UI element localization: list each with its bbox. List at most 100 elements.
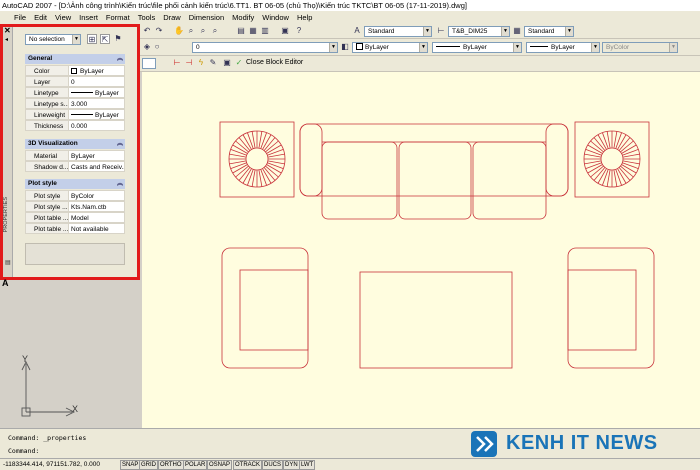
menu-dimension[interactable]: Dimension xyxy=(189,13,224,22)
text-style-icon: A xyxy=(354,26,360,35)
color-swatch xyxy=(71,68,77,74)
palette-menu-icon[interactable]: ▤ xyxy=(5,259,11,266)
close-icon[interactable]: ✕ xyxy=(4,26,11,35)
prop-row[interactable]: Material ByLayer xyxy=(25,150,125,161)
block-action-icon[interactable]: ⊣ xyxy=(184,58,194,68)
linetype-sample xyxy=(71,92,93,93)
command-history: Command: _properties xyxy=(8,434,87,442)
prop-row[interactable]: Linetype s... 3.000 xyxy=(25,98,125,109)
menu-view[interactable]: View xyxy=(55,13,71,22)
layer-combo[interactable]: 0 ▼ xyxy=(192,42,338,53)
lightning-icon[interactable]: ϟ xyxy=(196,58,206,68)
prop-row[interactable]: Plot table ... Not available xyxy=(25,223,125,234)
dyn-toggle[interactable]: DYN xyxy=(283,460,300,470)
autohide-icon[interactable]: ◂ xyxy=(5,36,8,43)
drawing-canvas[interactable] xyxy=(13,72,700,428)
design-center-icon[interactable]: ▦ xyxy=(248,26,258,36)
selection-combo[interactable]: No selection ▼ xyxy=(25,34,81,45)
section-3d-visualization[interactable]: 3D Visualization ︽ xyxy=(25,139,125,149)
menu-format[interactable]: Format xyxy=(106,13,130,22)
properties-icon[interactable]: ▤ xyxy=(236,26,246,36)
dim-style-combo[interactable]: T&B_DIM25 ▼ xyxy=(448,26,510,37)
redo-icon[interactable]: ↷ xyxy=(154,26,164,36)
prop-row[interactable]: Thickness 0.000 xyxy=(25,120,125,131)
polar-toggle[interactable]: POLAR xyxy=(183,460,208,470)
section-general[interactable]: General ︽ xyxy=(25,54,125,64)
chevron-up-icon: ︽ xyxy=(116,181,123,187)
section-plot-style[interactable]: Plot style ︽ xyxy=(25,179,125,189)
snap-toggle[interactable]: SNAP xyxy=(120,460,141,470)
menu-bar: File Edit View Insert Format Tools Draw … xyxy=(0,11,700,24)
lamp-ray xyxy=(230,162,247,169)
prop-row[interactable]: Layer 0 xyxy=(25,76,125,87)
osnap-toggle[interactable]: OSNAP xyxy=(207,460,233,470)
undo-icon[interactable]: ↶ xyxy=(142,26,152,36)
lamp-ray xyxy=(585,162,602,169)
select-objects-icon[interactable]: ⇱ xyxy=(100,34,110,44)
sofa-left-arm xyxy=(299,123,323,197)
layer-manager-icon[interactable]: ◈ xyxy=(142,42,152,52)
prop-row[interactable]: Shadow d... Casts and Receiv... xyxy=(25,161,125,172)
menu-insert[interactable]: Insert xyxy=(79,13,98,22)
zoom-previous-icon[interactable]: ⌕ xyxy=(210,26,220,36)
text-style-combo[interactable]: Standard ▼ xyxy=(364,26,432,37)
toggle-pickadd-icon[interactable]: ⊞ xyxy=(87,34,97,44)
plotstyle-combo: ByColor ▼ xyxy=(602,42,678,53)
prop-row[interactable]: Color ByLayer xyxy=(25,65,125,76)
table-style-combo[interactable]: Standard ▼ xyxy=(524,26,574,37)
tool-palettes-icon[interactable]: ▥ xyxy=(260,26,270,36)
prop-row[interactable]: Plot table ... Model xyxy=(25,212,125,223)
close-block-editor-button[interactable]: Close Block Editor xyxy=(246,59,303,66)
lamp-ray xyxy=(622,153,640,158)
menu-window[interactable]: Window xyxy=(262,13,289,22)
ducs-toggle[interactable]: DUCS xyxy=(262,460,284,470)
table-style-icon: ▦ xyxy=(513,26,521,35)
otrack-toggle[interactable]: OTRACK xyxy=(233,460,263,470)
prop-row[interactable]: Plot style ... Kts.Nam.ctb xyxy=(25,201,125,212)
lamp-ray xyxy=(615,169,622,186)
properties-palette: ✕ ◂ PROPERTIES No selection ▼ ⊞ ⇱ ⚑ Gener… xyxy=(0,24,140,280)
quick-select-icon[interactable]: ⚑ xyxy=(113,34,123,44)
color-combo[interactable]: ByLayer ▼ xyxy=(352,42,428,53)
zoom-realtime-icon[interactable]: ⌕ xyxy=(186,26,196,36)
menu-file[interactable]: File xyxy=(14,13,26,22)
menu-draw[interactable]: Draw xyxy=(163,13,181,22)
lamp-ray xyxy=(260,169,267,186)
chevron-up-icon: ︽ xyxy=(116,56,123,62)
prop-row[interactable]: Plot style ByColor xyxy=(25,190,125,201)
logo-icon xyxy=(471,431,497,457)
prop-row[interactable]: Lineweight ByLayer xyxy=(25,109,125,120)
command-prompt[interactable]: Command: xyxy=(8,447,39,455)
lamp-ray xyxy=(267,160,285,165)
prop-row[interactable]: Linetype ByLayer xyxy=(25,87,125,98)
menu-edit[interactable]: Edit xyxy=(34,13,47,22)
window-title: AutoCAD 2007 - [D:\Ảnh công trình\Kiến t… xyxy=(0,0,700,11)
right-armchair-seat xyxy=(567,269,637,351)
block-name-combo[interactable] xyxy=(142,58,156,69)
zoom-window-icon[interactable]: ⌕ xyxy=(198,26,208,36)
calculator-icon[interactable]: ▣ xyxy=(280,26,290,36)
lamp-ray xyxy=(229,160,247,165)
pan-icon[interactable]: ✋ xyxy=(174,26,184,36)
palette-titlebar[interactable]: ✕ ◂ PROPERTIES xyxy=(3,26,13,277)
save-block-icon[interactable]: ▣ xyxy=(222,58,232,68)
menu-modify[interactable]: Modify xyxy=(232,13,254,22)
menu-help[interactable]: Help xyxy=(297,13,312,22)
sofa-cushion-right xyxy=(472,141,547,220)
ortho-toggle[interactable]: ORTHO xyxy=(158,460,184,470)
text-tool-icon[interactable]: A xyxy=(2,278,9,288)
coffee-table xyxy=(359,271,513,369)
lamp-ray xyxy=(229,153,247,158)
lamp-ray xyxy=(267,162,284,169)
menu-tools[interactable]: Tools xyxy=(138,13,156,22)
block-param-icon[interactable]: ⊢ xyxy=(172,58,182,68)
help-icon[interactable]: ? xyxy=(294,26,304,36)
close-block-icon[interactable]: ✓ xyxy=(234,58,244,68)
lineweight-combo[interactable]: ByLayer ▼ xyxy=(526,42,600,53)
grid-toggle[interactable]: GRID xyxy=(139,460,158,470)
make-current-icon[interactable]: ◧ xyxy=(340,42,350,52)
sofa-cushion-middle xyxy=(398,141,472,220)
lwt-toggle[interactable]: LWT xyxy=(299,460,316,470)
linetype-combo[interactable]: ByLayer ▼ xyxy=(432,42,522,53)
attribute-icon[interactable]: ✎ xyxy=(208,58,218,68)
